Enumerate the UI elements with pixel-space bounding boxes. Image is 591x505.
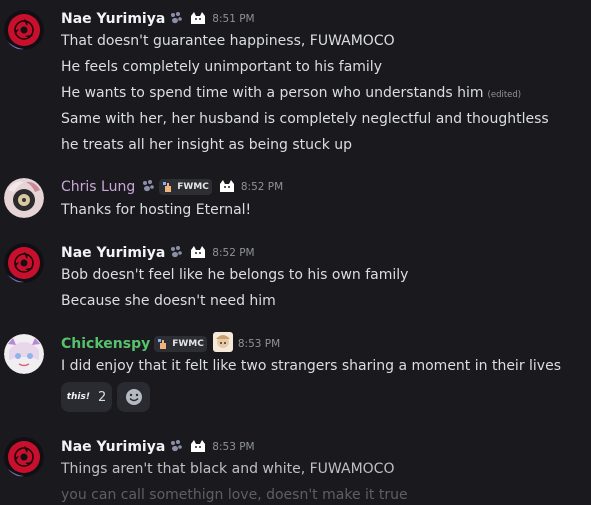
message-text: He wants to spend time with a person who…	[61, 85, 484, 101]
avatar[interactable]	[4, 178, 44, 218]
timestamp: 8:53 PM	[212, 441, 255, 453]
message-text: Same with her, her husband is completely…	[61, 111, 549, 127]
message-text: I did enjoy that it felt like two strang…	[61, 358, 562, 374]
message-text: Because she doesn't need him	[61, 293, 276, 309]
cat-icon	[189, 244, 207, 263]
message-text: Thanks for hosting Eternal!	[61, 202, 252, 218]
anime-avatar-icon	[4, 334, 44, 374]
edited-label: (edited)	[487, 90, 522, 100]
username[interactable]: Chickenspy	[61, 335, 150, 353]
message-text: He feels completely unimportant to his f…	[61, 59, 382, 75]
reaction-button[interactable]: this! 2	[61, 382, 112, 412]
server-tag-text: FWMC	[177, 182, 209, 192]
server-tag-badge[interactable]: FWMC	[154, 336, 207, 352]
sharingan-avatar-icon	[4, 10, 44, 50]
username[interactable]: Nae Yurimiya	[61, 244, 165, 262]
reaction-emoji: this!	[66, 392, 90, 402]
cat-icon	[189, 438, 207, 457]
message-line-edited: He wants to spend time with a person who…	[61, 84, 521, 104]
message-text: you can call somethign love, doesn't mak…	[61, 487, 408, 503]
username[interactable]: Nae Yurimiya	[61, 438, 165, 456]
paw-icon	[141, 178, 155, 197]
paw-icon	[169, 244, 183, 263]
timestamp: 8:52 PM	[212, 247, 255, 259]
hand-icon	[158, 339, 167, 349]
avatar[interactable]	[4, 437, 44, 477]
timestamp: 8:52 PM	[240, 181, 284, 193]
hand-icon	[163, 182, 172, 192]
cat-icon	[189, 10, 207, 29]
avatar[interactable]	[4, 10, 44, 50]
message-text: Things aren't that black and white, FUWA…	[61, 461, 395, 477]
cat-icon	[218, 178, 236, 197]
timestamp: 8:53 PM	[237, 338, 281, 350]
timestamp: 8:51 PM	[212, 13, 255, 25]
reactions-bar: this! 2	[61, 382, 171, 412]
message-text: he treats all her insight as being stuck…	[61, 137, 353, 153]
sharingan-avatar-icon	[4, 243, 44, 283]
add-reaction-button[interactable]	[117, 382, 150, 412]
add-reaction-icon	[125, 389, 142, 405]
username[interactable]: Nae Yurimiya	[61, 10, 165, 28]
anime-avatar-icon	[4, 178, 44, 218]
message-text: That doesn't guarantee happiness, FUWAMO…	[61, 33, 395, 49]
paw-icon	[169, 438, 183, 457]
character-icon	[212, 332, 233, 356]
avatar[interactable]	[4, 334, 44, 374]
chat-messages: Nae Yurimiya 8:51 PM That doesn't guaran…	[0, 0, 591, 505]
avatar[interactable]	[4, 243, 44, 283]
server-tag-text: FWMC	[172, 339, 204, 349]
username[interactable]: Chris Lung	[61, 178, 135, 196]
sharingan-avatar-icon	[4, 437, 44, 477]
reaction-count: 2	[97, 389, 107, 405]
server-tag-badge[interactable]: FWMC	[159, 179, 212, 195]
message-text: Bob doesn't feel like he belongs to his …	[61, 267, 409, 283]
paw-icon	[169, 10, 183, 29]
